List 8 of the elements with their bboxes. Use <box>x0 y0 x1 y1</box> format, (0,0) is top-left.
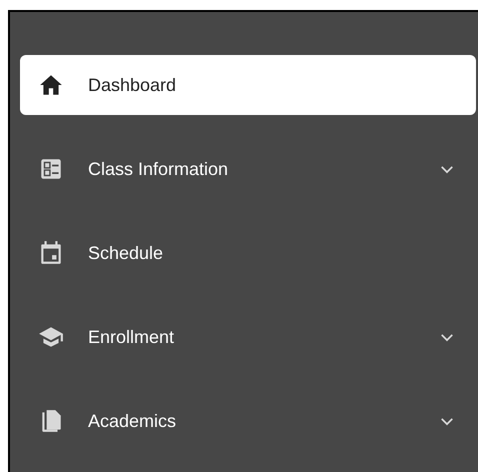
chevron-down-icon[interactable] <box>440 416 454 426</box>
sidebar-item[interactable]: Schedule <box>20 223 476 283</box>
sidebar-item[interactable]: Dashboard <box>20 55 476 115</box>
chevron-down-icon[interactable] <box>440 332 454 342</box>
sidebar-item[interactable]: Class Information <box>20 139 476 199</box>
chevron-down-icon[interactable] <box>440 164 454 174</box>
sidebar-item[interactable]: Academics <box>20 391 476 451</box>
sidebar-item[interactable]: Enrollment <box>20 307 476 367</box>
